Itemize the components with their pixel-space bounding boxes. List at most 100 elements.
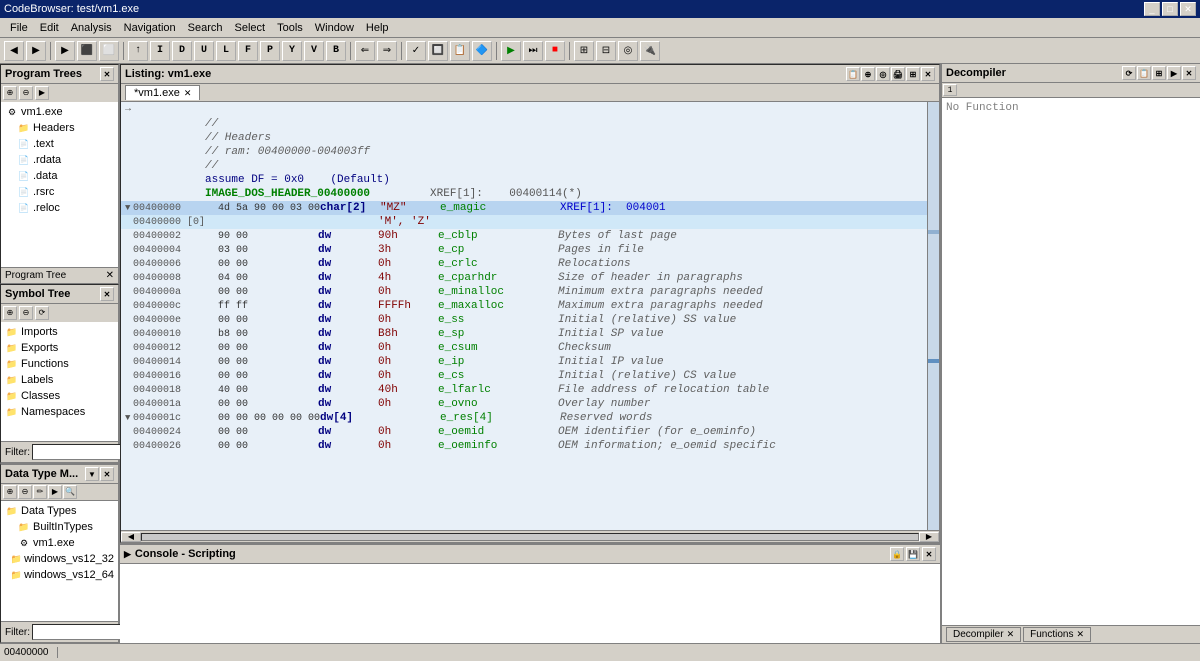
toolbar-export[interactable]: ⇒ xyxy=(377,41,397,61)
close-button[interactable]: ✕ xyxy=(1180,2,1196,16)
dec-tab-functions-close[interactable]: ✕ xyxy=(1076,629,1084,640)
list-item[interactable]: 0040001a 00 00 dw 0h e_ovno Overlay numb… xyxy=(121,397,927,411)
list-item[interactable]: 00400016 00 00 dw 0h e_cs Initial (relat… xyxy=(121,369,927,383)
collapse-btn-res[interactable]: ▼ xyxy=(125,413,133,423)
st-toolbar-btn1[interactable]: ⊕ xyxy=(3,306,17,320)
pt-toolbar-btn1[interactable]: ⊕ xyxy=(3,86,17,100)
dt-btn2[interactable]: ⊖ xyxy=(18,485,32,499)
pt-toolbar-btn2[interactable]: ⊖ xyxy=(19,86,33,100)
st-toolbar-btn2[interactable]: ⊖ xyxy=(19,306,33,320)
toolbar-img2[interactable]: 📋 xyxy=(450,41,470,61)
list-item[interactable]: // xyxy=(121,117,927,131)
menu-tools[interactable]: Tools xyxy=(271,20,309,36)
listing-tab-close[interactable]: ✕ xyxy=(184,88,192,99)
dt-btn5[interactable]: 🔍 xyxy=(63,485,77,499)
toolbar-import[interactable]: ⇐ xyxy=(355,41,375,61)
list-item[interactable]: 0040000c ff ff dw FFFFh e_maxalloc Maxim… xyxy=(121,299,927,313)
menu-navigation[interactable]: Navigation xyxy=(118,20,182,36)
dec-btn3[interactable]: ⊞ xyxy=(1152,66,1166,80)
program-trees-close[interactable]: ✕ xyxy=(100,67,114,81)
list-item[interactable]: 0040000a 00 00 dw 0h e_minalloc Minimum … xyxy=(121,285,927,299)
list-item[interactable]: 00400012 00 00 dw 0h e_csum Checksum xyxy=(121,341,927,355)
toolbar-misc3[interactable]: ◎ xyxy=(618,41,638,61)
tree-item-rdata[interactable]: 📄 .rdata xyxy=(3,152,116,168)
list-item[interactable]: 00400024 00 00 dw 0h e_oemid OEM identif… xyxy=(121,425,927,439)
listing-btn3[interactable]: ◎ xyxy=(876,67,890,81)
listing-close[interactable]: ✕ xyxy=(921,67,935,81)
list-item[interactable]: 00400014 00 00 dw 0h e_ip Initial IP val… xyxy=(121,355,927,369)
tree-item-vm1exe[interactable]: ⚙ vm1.exe xyxy=(3,104,116,120)
dt-expand[interactable]: ▼ xyxy=(85,467,99,481)
toolbar-stop[interactable]: ■ xyxy=(545,41,565,61)
list-item[interactable]: // ram: 00400000-004003ff xyxy=(121,145,927,159)
menu-edit[interactable]: Edit xyxy=(34,20,65,36)
back-button[interactable]: ◀ xyxy=(4,41,24,61)
tree-item-headers[interactable]: 📁 Headers xyxy=(3,120,116,136)
dec-tb-btn1[interactable]: 1 xyxy=(943,84,957,96)
tree-item-builtintypes[interactable]: 📁 BuiltInTypes xyxy=(3,519,116,535)
console-close-btn[interactable]: ✕ xyxy=(922,547,936,561)
dec-close[interactable]: ✕ xyxy=(1182,66,1196,80)
toolbar-l[interactable]: L xyxy=(216,41,236,61)
tree-item-namespaces[interactable]: 📁 Namespaces xyxy=(3,404,116,420)
minimize-button[interactable]: _ xyxy=(1144,2,1160,16)
list-item[interactable]: 00400004 03 00 dw 3h e_cp Pages in file xyxy=(121,243,927,257)
tree-item-rsrc[interactable]: 📄 .rsrc xyxy=(3,184,116,200)
listing-btn5[interactable]: ⊞ xyxy=(906,67,920,81)
list-item[interactable]: 0040000e 00 00 dw 0h e_ss Initial (relat… xyxy=(121,313,927,327)
tree-item-imports[interactable]: 📁 Imports xyxy=(3,324,116,340)
menu-file[interactable]: File xyxy=(4,20,34,36)
toolbar-i[interactable]: I xyxy=(150,41,170,61)
dt-btn3[interactable]: ✏ xyxy=(33,485,47,499)
tree-item-data[interactable]: 📄 .data xyxy=(3,168,116,184)
menu-search[interactable]: Search xyxy=(182,20,229,36)
toolbar-up[interactable]: ↑ xyxy=(128,41,148,61)
tree-item-win64[interactable]: 📁 windows_vs12_64 xyxy=(3,567,116,583)
toolbar-img3[interactable]: 🔷 xyxy=(472,41,492,61)
list-item[interactable]: IMAGE_DOS_HEADER_00400000 XREF[1]: 00400… xyxy=(121,187,927,201)
console-content[interactable] xyxy=(120,564,940,643)
dec-expand[interactable]: ▶ xyxy=(1167,66,1181,80)
listing-btn4[interactable]: 🖨 xyxy=(891,67,905,81)
toolbar-btn-3[interactable]: ⬜ xyxy=(99,41,119,61)
dec-tab-decompiler[interactable]: Decompiler ✕ xyxy=(946,627,1021,642)
hscroll-left[interactable]: ◀ xyxy=(121,532,141,542)
program-tree-footer-close[interactable]: ✕ xyxy=(106,270,114,281)
toolbar-y[interactable]: Y xyxy=(282,41,302,61)
toolbar-b[interactable]: B xyxy=(326,41,346,61)
list-item[interactable]: 00400008 04 00 dw 4h e_cparhdr Size of h… xyxy=(121,271,927,285)
toolbar-step[interactable]: ⏭ xyxy=(523,41,543,61)
dt-btn4[interactable]: ▶ xyxy=(48,485,62,499)
menu-help[interactable]: Help xyxy=(360,20,395,36)
toolbar-play[interactable]: ▶ xyxy=(501,41,521,61)
toolbar-misc4[interactable]: 🔌 xyxy=(640,41,660,61)
pt-toolbar-btn3[interactable]: ▶ xyxy=(35,86,49,100)
menu-analysis[interactable]: Analysis xyxy=(65,20,118,36)
dt-close[interactable]: ✕ xyxy=(100,467,114,481)
list-item[interactable]: 00400000 [0] 'M', 'Z' xyxy=(121,215,927,229)
menu-select[interactable]: Select xyxy=(229,20,272,36)
list-item[interactable]: 00400026 00 00 dw 0h e_oeminfo OEM infor… xyxy=(121,439,927,453)
window-controls[interactable]: _ □ ✕ xyxy=(1144,2,1196,16)
listing-btn2[interactable]: ⊕ xyxy=(861,67,875,81)
hscroll-right[interactable]: ▶ xyxy=(919,532,939,542)
tree-item-text[interactable]: 📄 .text xyxy=(3,136,116,152)
list-item[interactable]: 00400006 00 00 dw 0h e_crlc Relocations xyxy=(121,257,927,271)
tree-item-labels[interactable]: 📁 Labels xyxy=(3,372,116,388)
forward-button[interactable]: ▶ xyxy=(26,41,46,61)
listing-minimap[interactable] xyxy=(927,102,939,530)
listing-hscrollbar[interactable]: ◀ ▶ xyxy=(121,530,939,542)
dt-btn1[interactable]: ⊕ xyxy=(3,485,17,499)
list-item[interactable]: ▼ 00400000 4d 5a 90 00 03 00 char[2] "MZ… xyxy=(121,201,927,215)
toolbar-btn-2[interactable]: ⬛ xyxy=(77,41,97,61)
toolbar-check[interactable]: ✓ xyxy=(406,41,426,61)
tree-item-functions[interactable]: 📁 Functions xyxy=(3,356,116,372)
toolbar-v[interactable]: V xyxy=(304,41,324,61)
listing-btn1[interactable]: 📋 xyxy=(846,67,860,81)
tree-item-reloc[interactable]: 📄 .reloc xyxy=(3,200,116,216)
menu-window[interactable]: Window xyxy=(309,20,360,36)
toolbar-f[interactable]: F xyxy=(238,41,258,61)
toolbar-misc1[interactable]: ⊞ xyxy=(574,41,594,61)
list-item[interactable]: // xyxy=(121,159,927,173)
listing-content[interactable]: → // // Headers // ram: 00400000-004003f… xyxy=(121,102,927,530)
